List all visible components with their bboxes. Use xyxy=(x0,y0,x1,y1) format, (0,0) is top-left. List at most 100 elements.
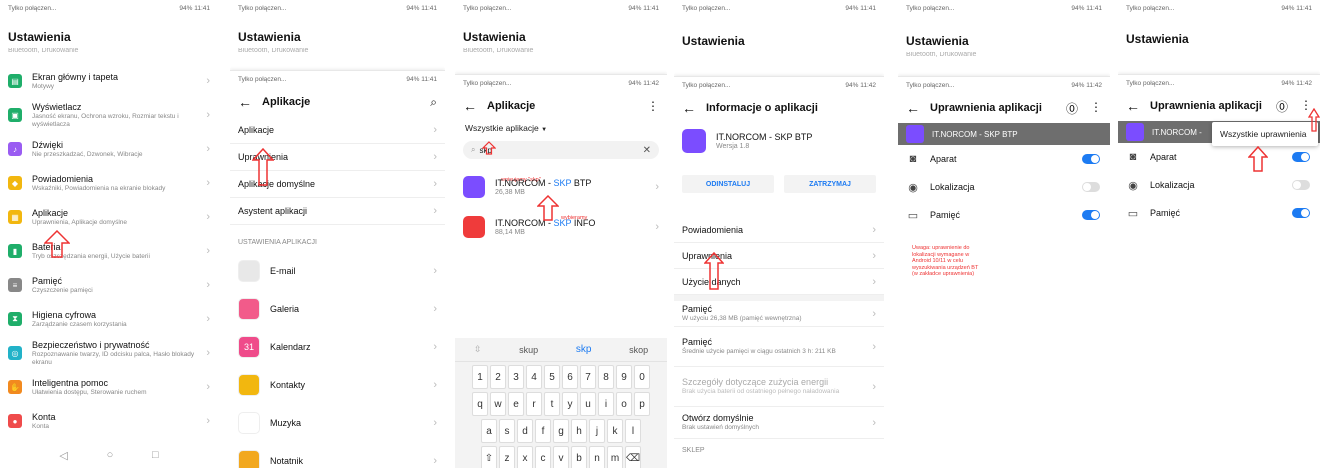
permission-toggle[interactable] xyxy=(1082,182,1100,192)
permission-item[interactable]: ◉ Lokalizacja xyxy=(898,173,1110,201)
stop-button[interactable]: ZATRZYMAJ xyxy=(784,175,876,193)
settings-item[interactable]: ⧗ Higiena cyfrowa Zarządzanie czasem korzy… xyxy=(0,302,218,336)
permission-item[interactable]: ▭ Pamięć xyxy=(1118,199,1320,227)
more-vert-icon[interactable]: ⋮ xyxy=(647,99,659,113)
keyboard-key[interactable]: q xyxy=(472,392,488,416)
keyboard-key[interactable]: 1 xyxy=(472,365,488,389)
keyboard-key[interactable]: d xyxy=(517,419,533,443)
permission-toggle[interactable] xyxy=(1082,210,1100,220)
search-result-item[interactable]: IT.NORCOM - SKP INFO 88,14 MB › xyxy=(455,207,667,247)
back-arrow-icon[interactable]: ← xyxy=(682,100,696,116)
back-arrow-icon[interactable]: ← xyxy=(238,94,252,110)
help-icon[interactable]: ⓪ xyxy=(1066,100,1078,117)
keyboard-key[interactable]: v xyxy=(553,446,569,468)
home-nav-icon[interactable]: ○ xyxy=(107,449,114,462)
back-arrow-icon[interactable]: ← xyxy=(1126,98,1140,114)
cut-text: Bluetooth, Drukowanie xyxy=(906,52,977,58)
keyboard-key[interactable]: x xyxy=(517,446,533,468)
keyboard-key[interactable]: o xyxy=(616,392,632,416)
keyboard-key[interactable]: r xyxy=(526,392,542,416)
keyboard-key[interactable]: 9 xyxy=(616,365,632,389)
apps-menu-item[interactable]: Aplikacje › xyxy=(230,117,445,144)
settings-item[interactable]: ✋ Inteligentna pomoc Ułatwienia dostępu, S… xyxy=(0,370,218,404)
app-info-item[interactable]: Pamięć Średnie użycie pamięci w ciągu ost… xyxy=(674,327,884,367)
keyboard-key[interactable]: k xyxy=(607,419,623,443)
settings-item[interactable]: ▮ Bateria Tryb oszczędzania energii, Użyci… xyxy=(0,234,218,268)
keyboard-key[interactable]: 2 xyxy=(490,365,506,389)
settings-item[interactable]: ◆ Powiadomienia Wskaźniki, Powiadomienia n… xyxy=(0,166,218,200)
permission-toggle[interactable] xyxy=(1292,152,1310,162)
keyboard-suggestion[interactable]: skup xyxy=(519,345,538,355)
keyboard-key[interactable]: u xyxy=(580,392,596,416)
back-nav-icon[interactable]: ◁ xyxy=(59,449,67,462)
permission-toggle[interactable] xyxy=(1292,180,1310,190)
settings-item[interactable]: ▣ Wyświetlacz Jasność ekranu, Ochrona wzro… xyxy=(0,98,218,132)
keyboard-key[interactable]: e xyxy=(508,392,524,416)
keyboard-key[interactable]: 7 xyxy=(580,365,596,389)
keyboard-key[interactable]: 0 xyxy=(634,365,650,389)
settings-item[interactable]: ≡ Pamięć Czyszczenie pamięci › xyxy=(0,268,218,302)
settings-item[interactable]: ▦ Aplikacje Uprawnienia, Aplikacje domyśln… xyxy=(0,200,218,234)
keyboard-key[interactable]: h xyxy=(571,419,587,443)
keyboard-key[interactable]: g xyxy=(553,419,569,443)
keyboard-key[interactable]: j xyxy=(589,419,605,443)
keyboard-key[interactable]: 3 xyxy=(508,365,524,389)
keyboard-key[interactable]: n xyxy=(589,446,605,468)
app-item[interactable]: 31 Kalendarz › xyxy=(230,328,445,366)
keyboard-key[interactable]: i xyxy=(598,392,614,416)
keyboard-key[interactable]: t xyxy=(544,392,560,416)
keyboard-key[interactable]: c xyxy=(535,446,551,468)
keyboard-key[interactable]: p xyxy=(634,392,650,416)
settings-item[interactable]: ◎ Bezpieczeństwo i prywatność Rozpoznawani… xyxy=(0,336,218,370)
settings-item[interactable]: ♪ Dźwięki Nie przeszkadzać, Dzwonek, Wibra… xyxy=(0,132,218,166)
app-info-item[interactable]: Pamięć W użyciu 26,38 MB (pamięć wewnętrz… xyxy=(674,295,884,327)
apps-menu-item[interactable]: Asystent aplikacji › xyxy=(230,198,445,225)
app-item[interactable]: Galeria › xyxy=(230,290,445,328)
keyboard-key[interactable]: l xyxy=(625,419,641,443)
app-info-item[interactable]: Otwórz domyślnie Brak ustawień domyślnych… xyxy=(674,407,884,439)
app-item[interactable]: Muzyka › xyxy=(230,404,445,442)
clear-icon[interactable]: ✕ xyxy=(643,145,651,156)
help-icon[interactable]: ⓪ xyxy=(1276,98,1288,115)
app-info-item[interactable]: Szczegóły dotyczące zużycia energii Brak … xyxy=(674,367,884,407)
search-icon[interactable]: ⌕ xyxy=(430,95,437,110)
menu-item-all-permissions[interactable]: Wszystkie uprawnienia xyxy=(1220,129,1306,139)
permission-item[interactable]: ◉ Lokalizacja xyxy=(1118,171,1320,199)
keyboard-key[interactable]: z xyxy=(499,446,515,468)
permission-item[interactable]: ▭ Pamięć xyxy=(898,201,1110,229)
keyboard-suggestion[interactable]: skop xyxy=(629,345,648,355)
back-arrow-icon[interactable]: ← xyxy=(906,100,920,116)
permission-item[interactable]: ◙ Aparat xyxy=(898,145,1110,173)
recent-nav-icon[interactable]: □ xyxy=(152,449,159,462)
keyboard-key[interactable]: s xyxy=(499,419,515,443)
keyboard-key[interactable]: w xyxy=(490,392,506,416)
settings-item[interactable]: ● Konta Konta › xyxy=(0,404,218,438)
keyboard-key[interactable]: 4 xyxy=(526,365,542,389)
app-item[interactable]: E-mail › xyxy=(230,252,445,290)
settings-item-title: Pamięć xyxy=(32,275,63,286)
keyboard-key[interactable]: y xyxy=(562,392,578,416)
uninstall-button[interactable]: ODINSTALUJ xyxy=(682,175,774,193)
permission-toggle[interactable] xyxy=(1292,208,1310,218)
keyboard-key[interactable]: a xyxy=(481,419,497,443)
app-info-item[interactable]: Powiadomienia › xyxy=(674,217,884,243)
keyboard-key[interactable]: 8 xyxy=(598,365,614,389)
keyboard-key[interactable]: f xyxy=(535,419,551,443)
app-item[interactable]: Notatnik › xyxy=(230,442,445,468)
permission-toggle[interactable] xyxy=(1082,154,1100,164)
chevron-right-icon: › xyxy=(655,181,659,193)
keyboard-key[interactable]: ⇧ xyxy=(481,446,497,468)
keyboard-key[interactable]: 5 xyxy=(544,365,560,389)
keyboard-suggestion[interactable]: skp xyxy=(576,344,592,355)
search-result-item[interactable]: IT.NORCOM - SKP BTP 26,38 MB › xyxy=(455,167,667,207)
more-vert-icon[interactable]: ⋮ xyxy=(1090,100,1102,117)
keyboard-key[interactable]: ⌫ xyxy=(625,446,641,468)
back-arrow-icon[interactable]: ← xyxy=(463,98,477,114)
keyboard-key[interactable]: m xyxy=(607,446,623,468)
app-item[interactable]: Kontakty › xyxy=(230,366,445,404)
keyboard-key[interactable]: b xyxy=(571,446,587,468)
keyboard-key[interactable]: 6 xyxy=(562,365,578,389)
settings-item[interactable]: ▤ Ekran główny i tapeta Motywy › xyxy=(0,64,218,98)
filter-dropdown[interactable]: Wszystkie aplikacje ▼ xyxy=(455,121,667,141)
permission-item[interactable]: ◙ Aparat xyxy=(1118,143,1320,171)
